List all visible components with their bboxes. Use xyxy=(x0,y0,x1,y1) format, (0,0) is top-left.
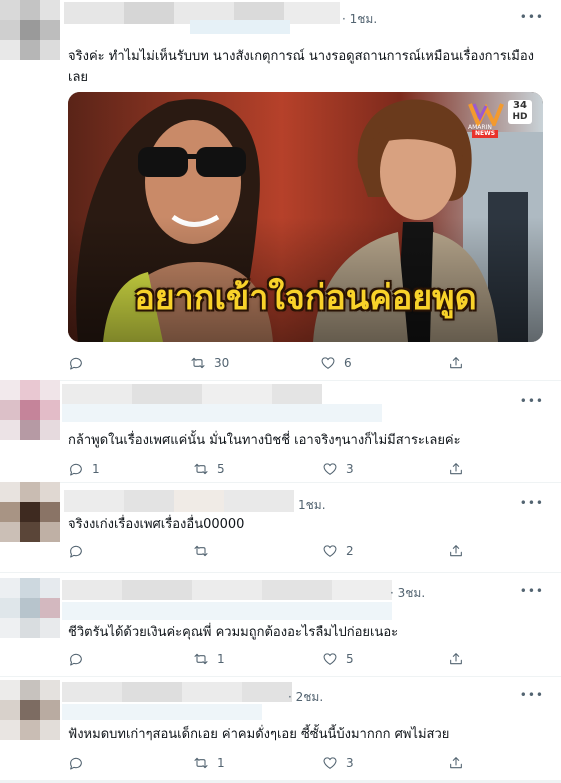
reply-button[interactable] xyxy=(68,542,92,560)
tweet[interactable]: · 1ชม. ••• จริงค่ะ ทำไมไม่เห็นรับบท นางส… xyxy=(0,0,561,381)
like-button[interactable]: 3 xyxy=(322,460,354,478)
avatar[interactable] xyxy=(0,380,60,440)
user-name-blurred[interactable] xyxy=(62,580,392,620)
tweet-actions: 1 5 xyxy=(68,650,468,668)
retweet-count: 30 xyxy=(214,356,230,370)
tweet[interactable]: ••• กล้าพูดในเรื่องเพศแค่นั้น มั่นในทางบ… xyxy=(0,380,561,483)
tweet-text: จริงค่ะ ทำไมไม่เห็นรับบท นางสังเกตุการณ์… xyxy=(68,46,548,88)
tweet-timestamp[interactable]: · 1ชม. xyxy=(342,10,377,29)
news-tag: NEWS xyxy=(472,130,499,138)
more-options-icon[interactable]: ••• xyxy=(520,688,544,702)
channel-number-badge: 34 HD xyxy=(508,100,532,124)
like-count: 2 xyxy=(346,544,354,558)
tweet-timestamp[interactable]: 1ชม. xyxy=(298,496,326,515)
share-icon xyxy=(450,545,462,557)
tweet-actions: 2 xyxy=(68,542,468,560)
more-options-icon[interactable]: ••• xyxy=(520,496,544,510)
tweet-timestamp[interactable]: · 3ชม. xyxy=(390,584,425,603)
channel-hd: HD xyxy=(512,112,528,122)
heart-icon xyxy=(321,357,335,369)
retweet-button[interactable]: 1 xyxy=(193,754,225,772)
like-count: 5 xyxy=(346,652,354,666)
retweet-count: 1 xyxy=(217,652,225,666)
like-button[interactable]: 5 xyxy=(322,650,354,668)
tweet-text: ชีวิตรันได้ด้วยเงินค่ะคุณพี่ ควมมถูกต้อง… xyxy=(68,625,399,640)
user-name-blurred[interactable] xyxy=(64,490,294,512)
tweet-timestamp[interactable]: · 2ชม. xyxy=(288,688,323,707)
tweet-text-line: เลย xyxy=(68,70,89,85)
share-button[interactable] xyxy=(448,650,464,668)
reply-button[interactable]: 1 xyxy=(68,460,100,478)
share-icon xyxy=(450,653,462,665)
share-button[interactable] xyxy=(448,460,464,478)
user-name-blurred[interactable] xyxy=(62,384,382,424)
channel-number: 34 xyxy=(513,100,527,111)
more-options-icon[interactable]: ••• xyxy=(520,10,544,24)
heart-icon xyxy=(323,463,337,475)
avatar[interactable] xyxy=(0,0,60,60)
media-headline: อยากเข้าใจก่อนค่อยพูด xyxy=(134,278,477,318)
retweet-button[interactable] xyxy=(193,542,217,560)
like-count: 6 xyxy=(344,356,352,370)
share-button[interactable] xyxy=(448,542,464,560)
tweet-text: กล้าพูดในเรื่องเพศแค่นั้น มั่นในทางบิชชี… xyxy=(68,433,461,448)
reply-button[interactable] xyxy=(68,650,92,668)
avatar[interactable] xyxy=(0,482,60,542)
retweet-icon xyxy=(191,357,205,369)
retweet-button[interactable]: 30 xyxy=(190,354,229,372)
handle-blurred[interactable] xyxy=(190,20,290,34)
reply-icon xyxy=(70,463,82,476)
heart-icon xyxy=(323,545,337,557)
user-name-blurred[interactable] xyxy=(62,682,292,722)
reply-icon xyxy=(70,757,82,770)
tweet-actions: 30 6 xyxy=(68,354,468,372)
share-icon xyxy=(450,357,462,369)
share-button[interactable] xyxy=(448,754,464,772)
tweet[interactable]: · 3ชม. ••• ชีวิตรันได้ด้วยเงินค่ะคุณพี่ … xyxy=(0,572,561,677)
heart-icon xyxy=(323,757,337,769)
tweet[interactable]: · 2ชม. ••• ฟังหมดบทเก่าๆสอนเด็กเอย ค่าคม… xyxy=(0,676,561,781)
tweet-actions: 1 3 xyxy=(68,754,468,772)
like-count: 3 xyxy=(346,462,354,476)
retweet-count: 5 xyxy=(217,462,225,476)
more-options-icon[interactable]: ••• xyxy=(520,584,544,598)
like-button[interactable]: 2 xyxy=(322,542,354,560)
retweet-icon xyxy=(194,757,208,769)
retweet-button[interactable]: 1 xyxy=(193,650,225,668)
tweet-media-image[interactable]: AMARIN 34 HD NEWS อยากเข้าใจก่อนค่อยพูด xyxy=(68,92,543,342)
tweet[interactable]: 1ชม. ••• จริงงเก่งเรื่องเพศเรื่องอื่น000… xyxy=(0,482,561,573)
tweet-text-line: จริงค่ะ ทำไมไม่เห็นรับบท นางสังเกตุการณ์… xyxy=(68,49,535,64)
avatar[interactable] xyxy=(0,578,60,638)
tweet-actions: 1 5 3 xyxy=(68,460,468,478)
share-button[interactable] xyxy=(448,354,464,372)
retweet-icon xyxy=(194,545,208,557)
reply-button[interactable] xyxy=(68,754,92,772)
retweet-button[interactable]: 5 xyxy=(193,460,225,478)
share-icon xyxy=(450,463,462,475)
like-button[interactable]: 6 xyxy=(320,354,352,372)
heart-icon xyxy=(323,653,337,665)
reply-button[interactable] xyxy=(68,354,92,372)
like-count: 3 xyxy=(346,756,354,770)
retweet-count: 1 xyxy=(217,756,225,770)
amarin-logo-icon xyxy=(468,103,504,126)
retweet-icon xyxy=(194,463,208,475)
avatar[interactable] xyxy=(0,680,60,740)
like-button[interactable]: 3 xyxy=(322,754,354,772)
channel-logo: AMARIN 34 HD NEWS xyxy=(468,100,536,138)
reply-count: 1 xyxy=(92,462,100,476)
tweet-text: จริงงเก่งเรื่องเพศเรื่องอื่น00000 xyxy=(68,517,245,532)
reply-icon xyxy=(70,545,82,558)
more-options-icon[interactable]: ••• xyxy=(520,394,544,408)
reply-icon xyxy=(70,653,82,666)
reply-icon xyxy=(70,357,82,370)
share-icon xyxy=(450,757,462,769)
tweet-text: ฟังหมดบทเก่าๆสอนเด็กเอย ค่าคมดั่งๆเอย ซี… xyxy=(68,727,450,742)
retweet-icon xyxy=(194,653,208,665)
